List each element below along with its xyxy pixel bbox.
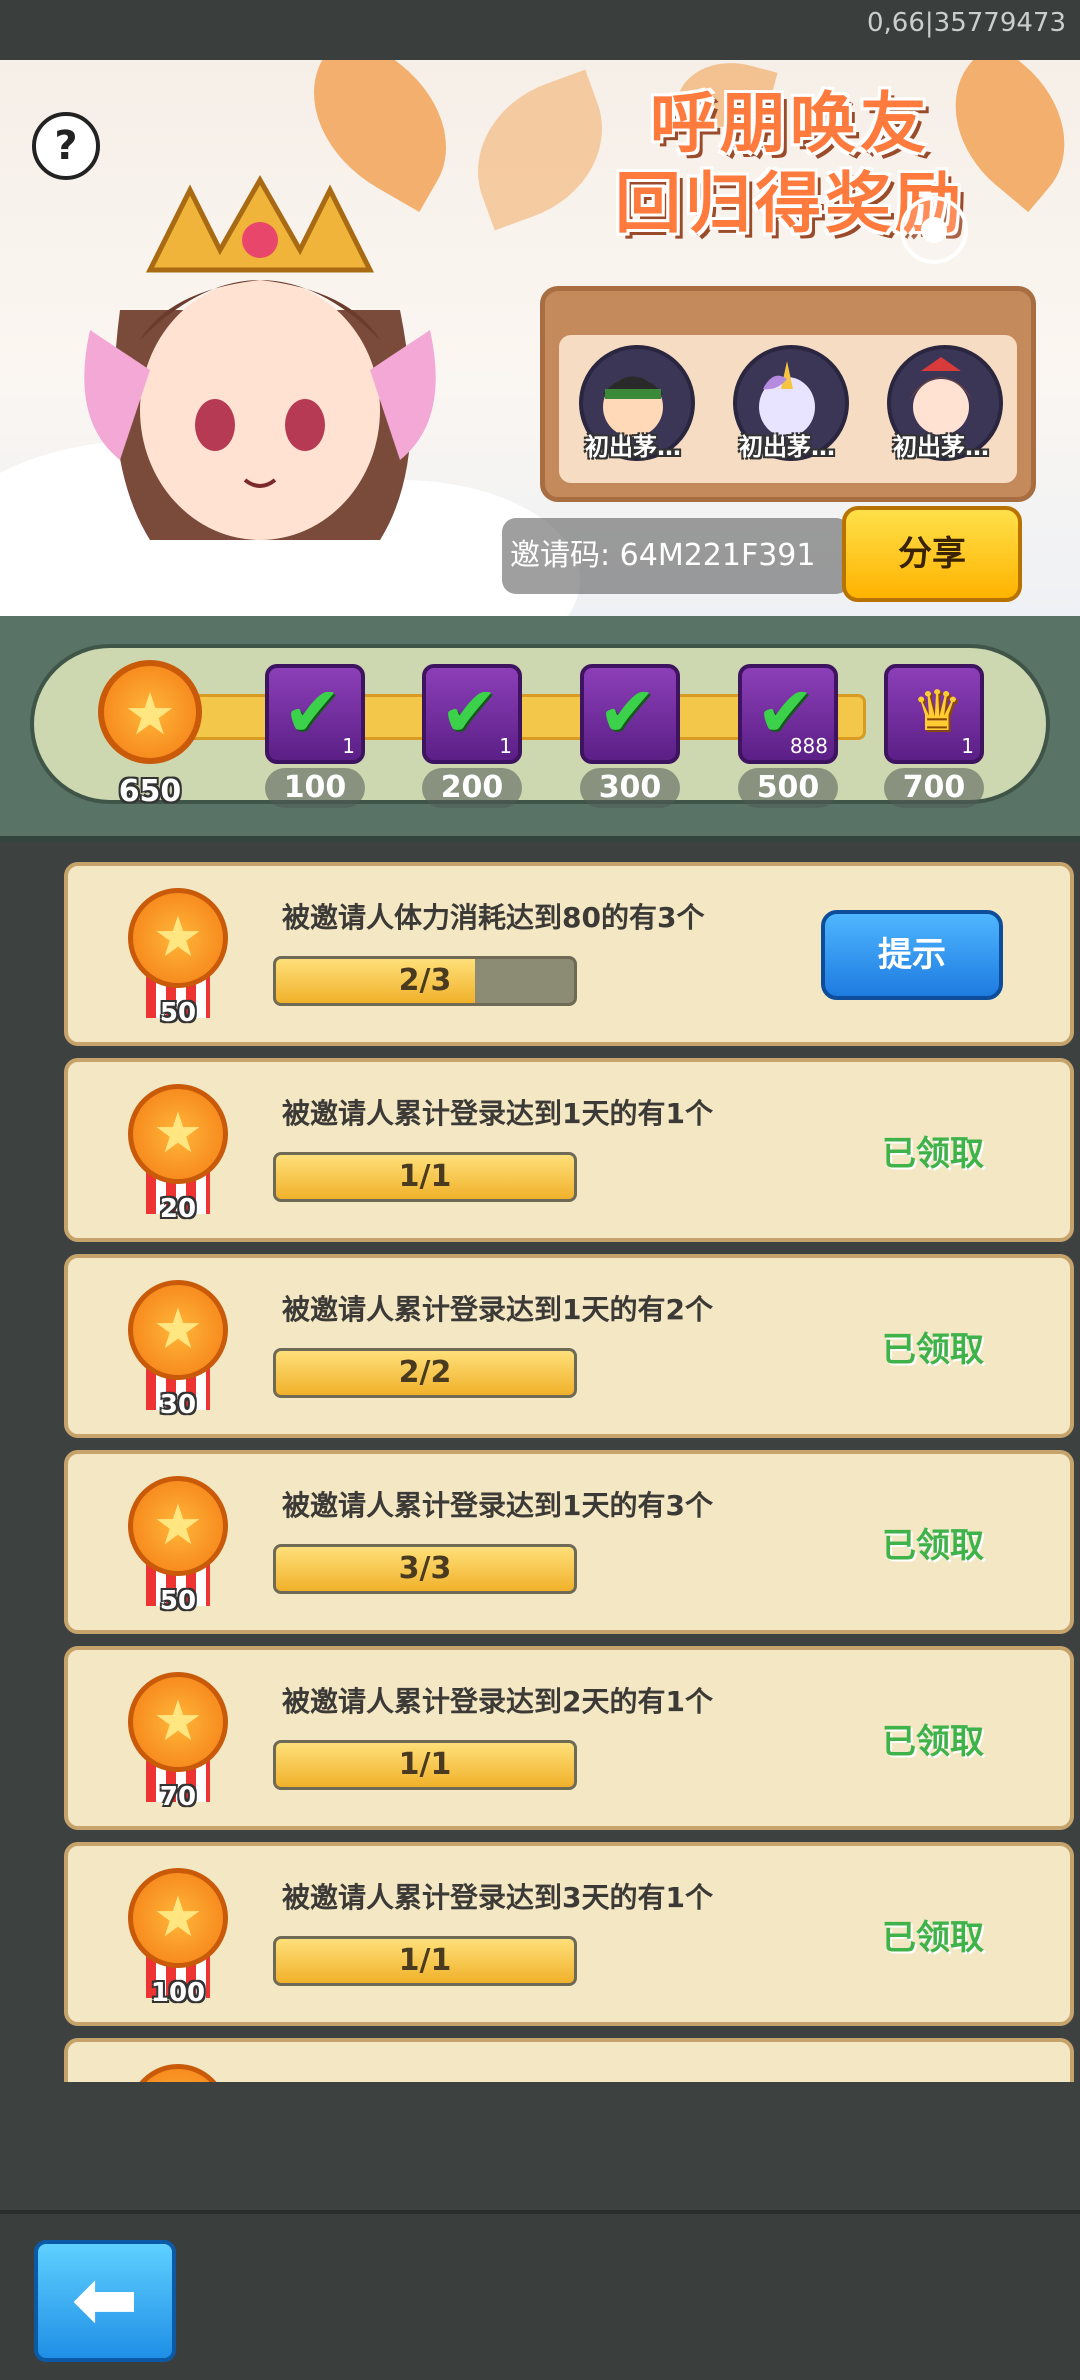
back-button[interactable]: ⬅ (34, 2240, 176, 2362)
points-medal-icon: ★ (128, 1476, 228, 1576)
points-medal-icon: ★ (128, 1868, 228, 1968)
task-card: ★ 30 被邀请人累计登录达到1天的有2个 2/2 已领取 (64, 1254, 1074, 1438)
task-description: 被邀请人累计登录达到1天的有2个 (282, 1293, 713, 1326)
task-description: 被邀请人累计登录达到1天的有3个 (282, 1489, 713, 1522)
check-icon: ✔ (283, 671, 342, 753)
claimed-status: 已领取 (882, 1918, 984, 1958)
friend-name: 初出茅… (739, 433, 835, 461)
hint-button[interactable]: 提示 (821, 910, 1003, 1000)
task-progress-bar: 2/2 (273, 1348, 577, 1398)
points-medal-icon: ★ (128, 1280, 228, 1380)
task-card: ★ 70 被邀请人累计登录达到2天的有1个 1/1 已领取 (64, 1646, 1074, 1830)
task-card: ★ 20 被邀请人累计登录达到1天的有1个 1/1 已领取 (64, 1058, 1074, 1242)
task-progress-text: 1/1 (398, 1747, 452, 1782)
claimed-status: 已领取 (882, 1134, 984, 1174)
points-medal-icon: ★ (128, 2064, 228, 2082)
friend-slot[interactable]: 初出茅… (727, 345, 849, 475)
milestone-threshold: 700 (884, 768, 984, 808)
friend-name: 初出茅… (893, 433, 989, 461)
task-progress-text: 1/1 (398, 1943, 452, 1978)
check-icon: ✔ (598, 671, 657, 753)
task-progress-text: 1/1 (398, 1159, 452, 1194)
status-bar: 0,66|35779473 (0, 0, 1080, 60)
task-description: 被邀请人累计登录达到3天的有1个 (282, 1881, 713, 1914)
task-progress-text: 2/3 (398, 963, 452, 998)
task-progress-bar: 3/3 (273, 1544, 577, 1594)
record-icon[interactable] (900, 196, 968, 264)
hero-character-image (84, 174, 436, 540)
share-button[interactable]: 分享 (842, 506, 1022, 602)
claimed-status: 已领取 (882, 1722, 984, 1762)
friend-slot[interactable]: 初出茅… (573, 345, 695, 475)
reward-quantity: 888 (789, 734, 828, 758)
milestone-threshold: 300 (580, 768, 680, 808)
reward-quantity: 1 (961, 734, 974, 758)
task-points: 100 (150, 1978, 206, 2008)
total-score: 650 (118, 774, 182, 809)
invite-code: 邀请码: 64M221F391 (502, 518, 850, 594)
build-id: 0,66|35779473 (867, 8, 1066, 38)
task-card: ★ 100 被邀请人累计登录达到3天的有1个 1/1 已领取 (64, 1842, 1074, 2026)
milestone-reward[interactable]: ✔ 1 100 (265, 664, 365, 808)
task-progress-bar: 1/1 (273, 1152, 577, 1202)
task-progress-text: 3/3 (398, 1551, 452, 1586)
reward-hero-icon: ✔ (580, 664, 680, 764)
task-description: 被邀请人累计登录达到1天的有1个 (282, 1097, 713, 1130)
task-points: 50 (159, 998, 197, 1028)
friend-slot[interactable]: 初出茅… (881, 345, 1003, 475)
task-card-partial: ★ (64, 2038, 1074, 2082)
task-progress-text: 2/2 (398, 1355, 452, 1390)
task-card: ★ 50 被邀请人累计登录达到1天的有3个 3/3 已领取 (64, 1450, 1074, 1634)
crown-icon: ♛ (912, 679, 963, 744)
check-icon: ✔ (440, 671, 499, 753)
milestone-reward[interactable]: ✔ 1 200 (422, 664, 522, 808)
invited-friends-panel: 初出茅… 初出茅… 初出茅… (540, 286, 1036, 502)
task-points: 30 (159, 1390, 197, 1420)
reward-heart-icon: ✔ 888 (738, 664, 838, 764)
back-arrow-icon: ⬅ (71, 2253, 139, 2346)
claimed-status: 已领取 (882, 1526, 984, 1566)
points-medal-icon: ★ (128, 888, 228, 988)
task-progress-bar: 1/1 (273, 1740, 577, 1790)
event-title-line1: 呼朋唤友 (650, 85, 930, 162)
points-medal-icon: ★ (128, 1672, 228, 1772)
task-points: 70 (159, 1782, 197, 1812)
help-button[interactable]: ? (32, 112, 100, 180)
reward-quantity: 1 (499, 734, 512, 758)
milestone-reward[interactable]: ✔ 888 500 (738, 664, 838, 808)
reward-quantity: 1 (342, 734, 355, 758)
task-points: 20 (159, 1194, 197, 1224)
score-medal-icon: ★ (98, 660, 202, 764)
milestone-reward[interactable]: ♛ 1 700 (884, 664, 984, 808)
bottom-bar: ⬅ (0, 2210, 1080, 2380)
claimed-status: 已领取 (882, 1330, 984, 1370)
task-list[interactable]: ★ 50 被邀请人体力消耗达到80的有3个 2/3 提示 ★ 20 被邀请人累计… (0, 842, 1080, 2082)
milestone-threshold: 500 (738, 768, 838, 808)
reward-chest-icon: ✔ 1 (265, 664, 365, 764)
reward-crown-icon: ♛ 1 (884, 664, 984, 764)
milestone-threshold: 100 (265, 768, 365, 808)
invite-banner: ? 呼朋唤友 回归得奖励 初出茅… 初出茅… 初出茅… 邀请码: 64M221F… (0, 60, 1080, 616)
task-points: 50 (159, 1586, 197, 1616)
task-progress-bar: 2/3 (273, 956, 577, 1006)
task-description: 被邀请人累计登录达到2天的有1个 (282, 1685, 713, 1718)
milestone-progress-panel: ★ 650 ✔ 1 100 ✔ 1 200 ✔ 300 ✔ 888 500 ♛ 1 70… (0, 616, 1080, 842)
friend-name: 初出茅… (585, 433, 681, 461)
reward-chest-icon: ✔ 1 (422, 664, 522, 764)
task-progress-bar: 1/1 (273, 1936, 577, 1986)
task-description: 被邀请人体力消耗达到80的有3个 (282, 901, 705, 934)
points-medal-icon: ★ (128, 1084, 228, 1184)
milestone-reward[interactable]: ✔ 300 (580, 664, 680, 808)
task-card: ★ 50 被邀请人体力消耗达到80的有3个 2/3 提示 (64, 862, 1074, 1046)
milestone-threshold: 200 (422, 768, 522, 808)
